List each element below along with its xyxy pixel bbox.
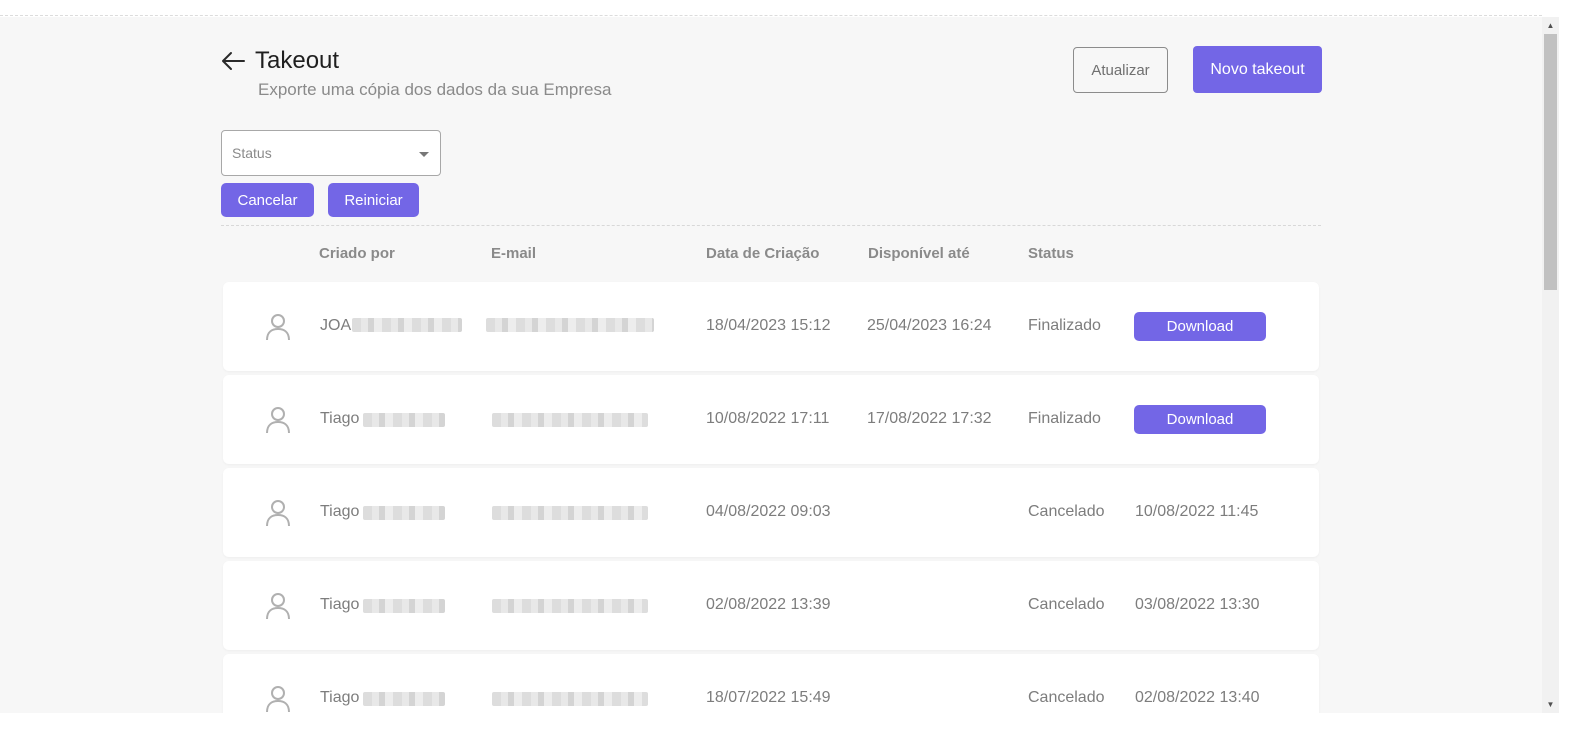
redacted-email — [486, 318, 654, 332]
row-created-at: 18/04/2023 15:12 — [706, 317, 831, 334]
row-created-at: 04/08/2022 09:03 — [706, 503, 831, 520]
refresh-button[interactable]: Atualizar — [1073, 47, 1168, 93]
redacted-email — [492, 692, 648, 706]
row-status: Cancelado — [1028, 596, 1105, 613]
row-creator: Tiago — [320, 689, 360, 706]
download-button[interactable]: Download — [1134, 405, 1266, 434]
row-cancelled-at: 02/08/2022 13:40 — [1135, 689, 1260, 706]
top-edge — [0, 0, 1542, 16]
cancel-filter-button[interactable]: Cancelar — [221, 183, 314, 217]
bottom-edge — [0, 713, 1582, 743]
redacted-name — [363, 692, 445, 706]
caret-down-icon — [419, 152, 429, 157]
row-creator: JOA — [320, 317, 352, 334]
user-icon — [266, 500, 290, 527]
redacted-email — [492, 506, 648, 520]
vertical-scrollbar[interactable]: ▲ ▼ — [1542, 17, 1559, 713]
row-status: Finalizado — [1028, 410, 1101, 427]
status-filter-placeholder: Status — [232, 145, 272, 161]
table-row: Tiago 02/08/2022 13:39 Cancelado 03/08/2… — [223, 561, 1319, 650]
table-row: Tiago 04/08/2022 09:03 Cancelado 10/08/2… — [223, 468, 1319, 557]
row-cancelled-at: 10/08/2022 11:45 — [1135, 503, 1259, 520]
redacted-email — [492, 413, 648, 427]
row-status: Cancelado — [1028, 689, 1105, 706]
takeout-page: Takeout Exporte uma cópia dos dados da s… — [0, 17, 1542, 713]
user-icon — [266, 593, 290, 620]
scrollbar-thumb[interactable] — [1544, 34, 1557, 290]
page-title: Takeout — [255, 47, 340, 74]
section-divider — [221, 225, 1321, 226]
redacted-name — [363, 599, 445, 613]
row-creator: Tiago — [320, 503, 360, 520]
row-created-at: 18/07/2022 15:49 — [706, 689, 831, 706]
scroll-up-icon[interactable]: ▲ — [1542, 17, 1559, 34]
new-takeout-button[interactable]: Novo takeout — [1193, 46, 1322, 93]
row-status: Finalizado — [1028, 317, 1101, 334]
row-created-at: 02/08/2022 13:39 — [706, 596, 831, 613]
user-icon — [266, 686, 290, 713]
user-icon — [266, 314, 290, 341]
table-row: JOA 18/04/2023 15:12 25/04/2023 16:24 Fi… — [223, 282, 1319, 371]
redacted-name — [352, 318, 462, 332]
column-header-email: E-mail — [491, 245, 537, 262]
redacted-name — [363, 413, 445, 427]
status-filter-select[interactable]: Status — [221, 130, 441, 176]
table-row: Tiago 18/07/2022 15:49 Cancelado 02/08/2… — [223, 654, 1319, 713]
scroll-down-icon[interactable]: ▼ — [1542, 696, 1559, 713]
reset-filter-button[interactable]: Reiniciar — [328, 183, 419, 217]
redacted-name — [363, 506, 445, 520]
page-subtitle: Exporte uma cópia dos dados da sua Empre… — [258, 80, 612, 99]
row-cancelled-at: 03/08/2022 13:30 — [1135, 596, 1260, 613]
user-icon — [266, 407, 290, 434]
row-created-at: 10/08/2022 17:11 — [706, 410, 830, 427]
column-header-status: Status — [1028, 245, 1074, 262]
column-header-created-at: Data de Criação — [706, 245, 820, 262]
column-header-created-by: Criado por — [319, 245, 395, 262]
row-available-until: 17/08/2022 17:32 — [867, 410, 992, 427]
table-row: Tiago 10/08/2022 17:11 17/08/2022 17:32 … — [223, 375, 1319, 464]
column-header-available-until: Disponível até — [868, 245, 970, 262]
row-status: Cancelado — [1028, 503, 1105, 520]
row-creator: Tiago — [320, 410, 360, 427]
back-arrow-icon[interactable] — [220, 49, 246, 73]
redacted-email — [492, 599, 648, 613]
download-button[interactable]: Download — [1134, 312, 1266, 341]
row-available-until: 25/04/2023 16:24 — [867, 317, 992, 334]
row-creator: Tiago — [320, 596, 360, 613]
